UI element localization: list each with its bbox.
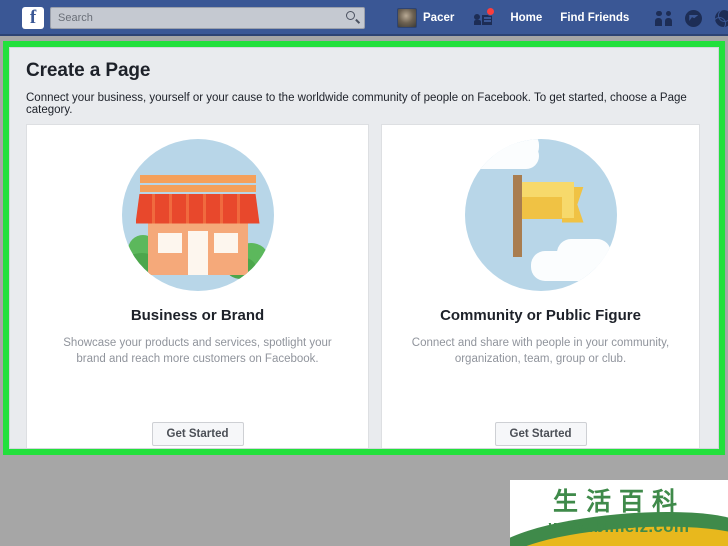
nav-profile-link[interactable]: Pacer [397, 8, 454, 28]
watermark: 生活百科 www.bimeiz.com [510, 480, 728, 546]
create-page-panel: Create a Page Connect your business, you… [9, 47, 719, 449]
card-business-or-brand[interactable]: Business or Brand Showcase your products… [26, 124, 369, 448]
watermark-url: www.bimeiz.com [548, 517, 690, 536]
category-cards-container: Business or Brand Showcase your products… [26, 124, 700, 448]
page-subtitle: Connect your business, yourself or your … [26, 92, 687, 116]
get-started-button-community[interactable]: Get Started [494, 422, 587, 446]
friends-icon[interactable] [655, 10, 673, 27]
flag-icon [464, 138, 617, 291]
messenger-icon[interactable] [685, 9, 703, 27]
card-divider [369, 124, 381, 448]
storefront-icon [121, 138, 274, 291]
search-input[interactable] [50, 7, 365, 29]
facebook-logo-icon[interactable]: f [22, 7, 44, 29]
green-highlight-frame: Create a Page Connect your business, you… [3, 41, 725, 455]
search-container [50, 7, 365, 29]
facebook-top-navbar: f Pacer Home Find Friends [0, 0, 728, 36]
card-description: Connect and share with people in your co… [411, 337, 670, 365]
card-title: Community or Public Figure [440, 307, 641, 324]
nav-profile-name: Pacer [423, 12, 455, 24]
flag-illustration [382, 137, 699, 292]
navbar-icon-group [655, 9, 728, 27]
friend-requests-icon[interactable] [474, 7, 496, 26]
notifications-globe-icon[interactable] [715, 9, 728, 27]
page-title: Create a Page [26, 60, 151, 81]
search-icon[interactable] [346, 11, 361, 24]
nav-home-link[interactable]: Home [510, 12, 542, 24]
avatar [397, 8, 417, 28]
nav-find-friends-link[interactable]: Find Friends [560, 12, 629, 24]
watermark-chinese-text: 生活百科 [552, 487, 685, 516]
card-title: Business or Brand [130, 307, 265, 324]
navbar-right-group: Pacer Home Find Friends [397, 7, 728, 28]
get-started-button-business[interactable]: Get Started [151, 422, 244, 446]
storefront-illustration [27, 137, 368, 292]
card-description: Showcase your products and services, spo… [63, 337, 332, 365]
card-community-or-public-figure[interactable]: Community or Public Figure Connect and s… [381, 124, 700, 448]
notification-badge [486, 7, 496, 16]
